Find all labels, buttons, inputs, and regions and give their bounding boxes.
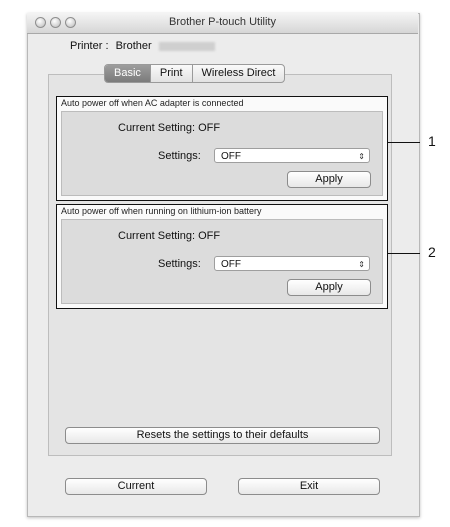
select-arrows-icon: ⇕ — [358, 152, 365, 161]
settings-select-value: OFF — [221, 151, 241, 162]
settings-select[interactable]: OFF ⇕ — [214, 256, 370, 271]
current-setting: Current Setting: OFF — [118, 230, 220, 242]
current-setting-value: OFF — [198, 230, 221, 242]
printer-model-redacted — [158, 41, 215, 51]
settings-label: Settings: — [158, 258, 201, 270]
exit-button[interactable]: Exit — [238, 478, 380, 495]
current-setting-value: OFF — [198, 122, 221, 134]
tab-print[interactable]: Print — [151, 65, 193, 82]
ac-adapter-group: Auto power off when AC adapter is connec… — [56, 96, 388, 201]
tab-wireless-direct[interactable]: Wireless Direct — [193, 65, 285, 82]
settings-select-value: OFF — [221, 259, 241, 270]
group-body: Current Setting: OFF Settings: OFF ⇕ App… — [61, 219, 383, 304]
battery-group: Auto power off when running on lithium-i… — [56, 204, 388, 309]
callout-number-1: 1 — [428, 133, 436, 149]
current-setting: Current Setting: OFF — [118, 122, 220, 134]
group-body: Current Setting: OFF Settings: OFF ⇕ App… — [61, 111, 383, 196]
window-title: Brother P-touch Utility — [169, 16, 276, 28]
reset-defaults-button[interactable]: Resets the settings to their defaults — [65, 427, 380, 444]
printer-label: Printer : — [70, 40, 109, 52]
group-title: Auto power off when running on lithium-i… — [61, 206, 262, 216]
callout-line-1 — [387, 142, 420, 143]
tab-bar: Basic Print Wireless Direct — [104, 64, 286, 83]
group-title: Auto power off when AC adapter is connec… — [61, 98, 244, 108]
settings-select[interactable]: OFF ⇕ — [214, 148, 370, 163]
settings-label: Settings: — [158, 150, 201, 162]
current-setting-label: Current Setting: — [118, 122, 196, 134]
tab-basic[interactable]: Basic — [105, 65, 151, 82]
apply-button[interactable]: Apply — [287, 279, 371, 296]
apply-button[interactable]: Apply — [287, 171, 371, 188]
title-bar: Brother P-touch Utility — [27, 13, 418, 34]
callout-line-2 — [387, 253, 420, 254]
current-setting-label: Current Setting: — [118, 230, 196, 242]
printer-name: Brother — [115, 40, 152, 52]
current-button[interactable]: Current — [65, 478, 207, 495]
callout-number-2: 2 — [428, 244, 436, 260]
select-arrows-icon: ⇕ — [358, 260, 365, 269]
printer-row: Printer : Brother — [70, 40, 219, 52]
